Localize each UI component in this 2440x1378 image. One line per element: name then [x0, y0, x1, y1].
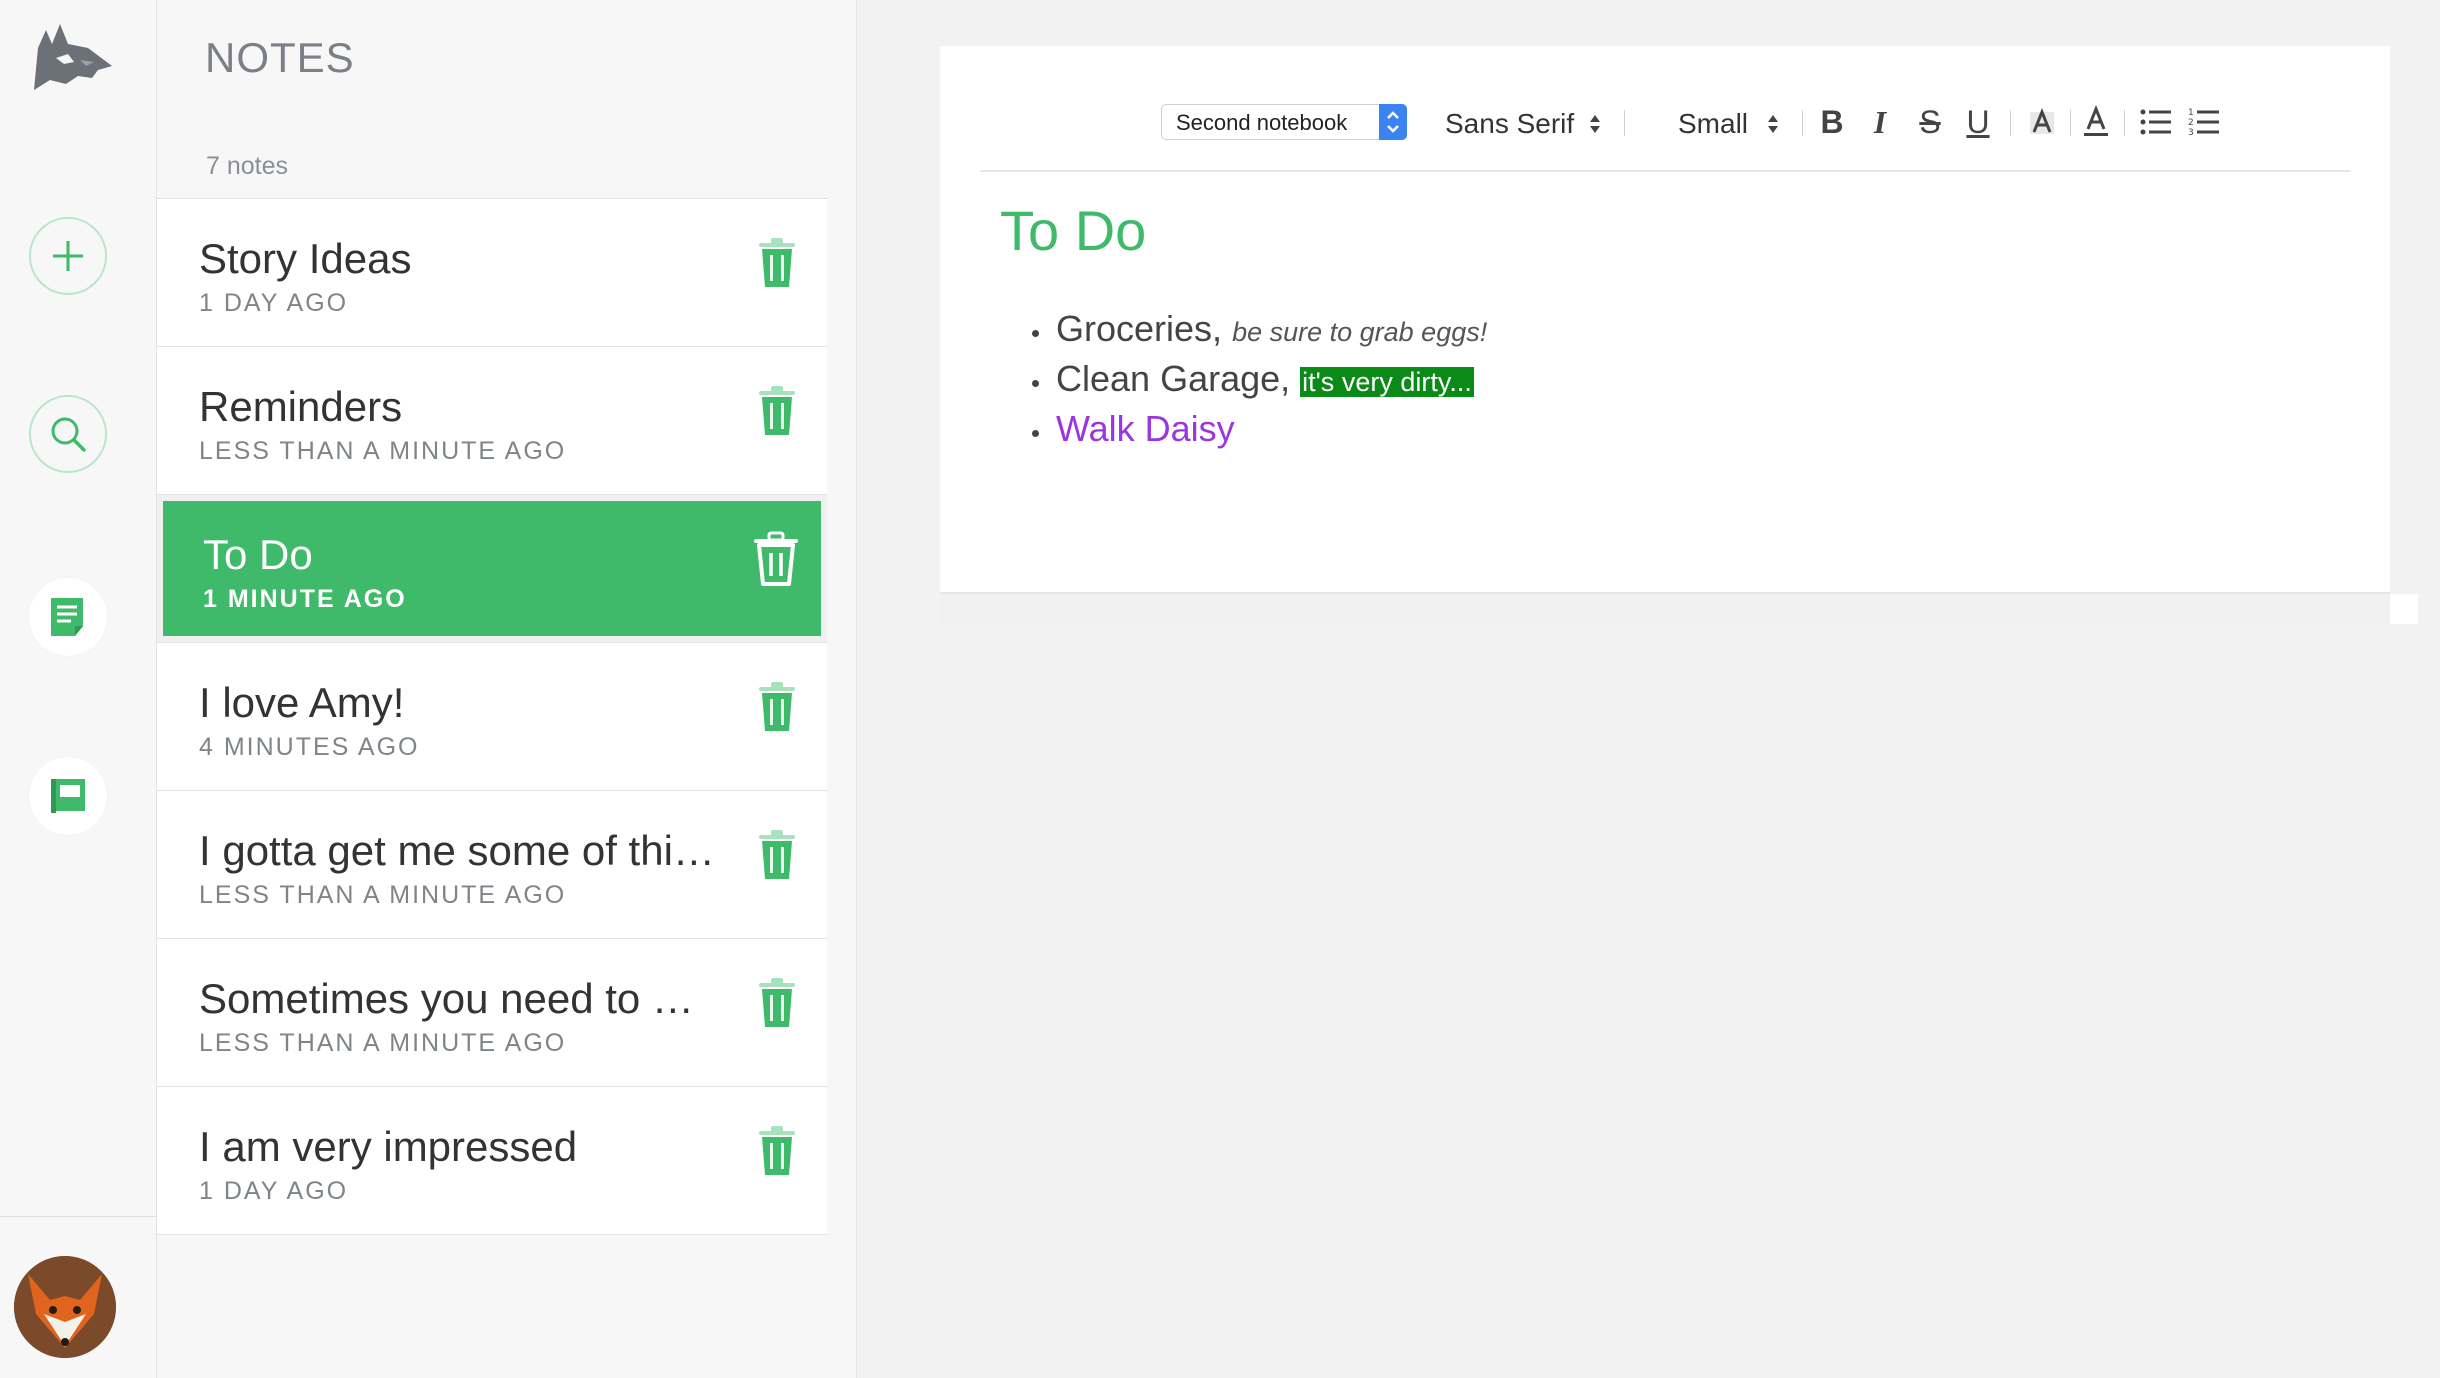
font-family-picker[interactable]: Sans Serif: [1445, 108, 1574, 140]
new-note-button[interactable]: [29, 217, 107, 295]
bullet-list-button[interactable]: [2138, 104, 2174, 140]
italic-icon: I: [1873, 103, 1887, 140]
toolbar-divider: [2010, 110, 2011, 136]
document-title[interactable]: To Do: [1000, 198, 1146, 263]
note-title: Reminders: [199, 383, 403, 430]
numbered-list-icon: 1 2 3: [2188, 108, 2219, 137]
note-item-to-do[interactable]: To Do 1 MINUTE AGO: [157, 495, 827, 643]
note-item-reminders[interactable]: Reminders LESS THAN A MINUTE AGO: [157, 347, 827, 495]
highlighted-text: it's very dirty...: [1300, 367, 1474, 397]
app-rail: [0, 0, 157, 1378]
strikethrough-icon: S: [1919, 103, 1941, 140]
note-title: I am very impressed: [199, 1123, 578, 1170]
toolbar-divider: [2070, 110, 2071, 136]
notes-panel: NOTES 7 notes Story Ideas 1 DAY AGO Remi…: [157, 0, 857, 1378]
trash-icon[interactable]: [755, 385, 799, 437]
list-item-text: Groceries,: [1056, 308, 1223, 349]
italic-button[interactable]: I: [1862, 104, 1898, 140]
notebook-select-value: Second notebook: [1176, 110, 1348, 135]
notebooks-icon: [51, 779, 85, 813]
list-item-text: Clean Garage,: [1056, 358, 1291, 399]
font-size-picker[interactable]: Small: [1678, 108, 1748, 140]
numbered-list-button[interactable]: 1 2 3: [2186, 104, 2222, 140]
note-time: LESS THAN A MINUTE AGO: [199, 881, 567, 909]
list-item-text: Walk Daisy: [1056, 408, 1235, 449]
trash-icon[interactable]: [755, 1125, 799, 1177]
list-item[interactable]: Clean Garage, it's very dirty...: [1000, 358, 1487, 408]
notes-list: Story Ideas 1 DAY AGO Reminders LESS THA…: [157, 198, 827, 1235]
trash-icon[interactable]: [755, 237, 799, 289]
notes-icon: [51, 598, 83, 636]
note-time: 4 MINUTES AGO: [199, 733, 420, 761]
select-stepper-icon: [1379, 104, 1407, 140]
note-title: To Do: [203, 531, 313, 578]
note-item-i-love-amy[interactable]: I love Amy! 4 MINUTES AGO: [157, 643, 827, 791]
search-button[interactable]: [29, 395, 107, 473]
notebook-select[interactable]: Second notebook: [1161, 104, 1407, 140]
bullet-list-icon: [2140, 109, 2171, 135]
trash-icon[interactable]: [755, 681, 799, 733]
all-notes-button[interactable]: [29, 578, 107, 656]
note-item-sometimes[interactable]: Sometimes you need to m… LESS THAN A MIN…: [157, 939, 827, 1087]
updown-icon: [1590, 115, 1600, 133]
notes-count: 7 notes: [206, 152, 289, 180]
note-time: 1 DAY AGO: [199, 1177, 349, 1205]
note-title: Story Ideas: [199, 235, 412, 282]
note-time: LESS THAN A MINUTE AGO: [199, 437, 567, 465]
toolbar-divider: [1802, 110, 1803, 136]
trash-icon[interactable]: [751, 531, 801, 587]
underline-icon: U: [1966, 103, 1990, 140]
note-item-story-ideas[interactable]: Story Ideas 1 DAY AGO: [157, 199, 827, 347]
toolbar-divider: [1624, 110, 1625, 136]
note-title: I love Amy!: [199, 679, 405, 726]
strikethrough-button[interactable]: S: [1912, 104, 1948, 140]
list-item[interactable]: Groceries, be sure to grab eggs!: [1000, 308, 1487, 358]
note-time: LESS THAN A MINUTE AGO: [199, 1029, 567, 1057]
note-title: Sometimes you need to m…: [199, 975, 719, 1022]
highlight-color-icon: [2030, 107, 2054, 134]
svg-text:1: 1: [2188, 108, 2194, 118]
plus-icon: [53, 241, 83, 271]
avatar[interactable]: [14, 1256, 116, 1358]
text-color-icon: [2084, 105, 2108, 136]
editor-corner: [2390, 594, 2418, 624]
editor-footer-strip: [940, 594, 2395, 624]
text-color-button[interactable]: [2078, 104, 2114, 140]
toolbar-divider: [2124, 110, 2125, 136]
wolf-logo-icon[interactable]: [28, 18, 118, 93]
document-bullet-list[interactable]: Groceries, be sure to grab eggs! Clean G…: [1000, 308, 1487, 458]
trash-icon[interactable]: [755, 829, 799, 881]
editor-toolbar: Second notebook Sans Serif Small B I S U…: [980, 104, 2350, 172]
note-item-impressed[interactable]: I am very impressed 1 DAY AGO: [157, 1087, 827, 1235]
list-item[interactable]: Walk Daisy: [1000, 408, 1487, 458]
notebooks-button[interactable]: [29, 757, 107, 835]
underline-button[interactable]: U: [1960, 104, 1996, 140]
svg-text:2: 2: [2188, 118, 2194, 128]
notes-header: NOTES: [205, 34, 355, 81]
trash-icon[interactable]: [755, 977, 799, 1029]
bold-icon: B: [1820, 103, 1844, 140]
note-time: 1 DAY AGO: [199, 289, 349, 317]
note-title: I gotta get me some of thi…: [199, 827, 715, 874]
svg-text:3: 3: [2188, 128, 2194, 137]
background-color-button[interactable]: [2024, 104, 2060, 140]
list-item-note: be sure to grab eggs!: [1232, 317, 1488, 347]
note-editor[interactable]: Second notebook Sans Serif Small B I S U…: [940, 46, 2390, 594]
bold-button[interactable]: B: [1814, 104, 1850, 140]
note-time: 1 MINUTE AGO: [203, 585, 407, 613]
updown-icon: [1768, 115, 1778, 133]
search-icon: [51, 417, 86, 452]
note-item-gotta-get[interactable]: I gotta get me some of thi… LESS THAN A …: [157, 791, 827, 939]
rail-divider: [0, 1216, 157, 1217]
